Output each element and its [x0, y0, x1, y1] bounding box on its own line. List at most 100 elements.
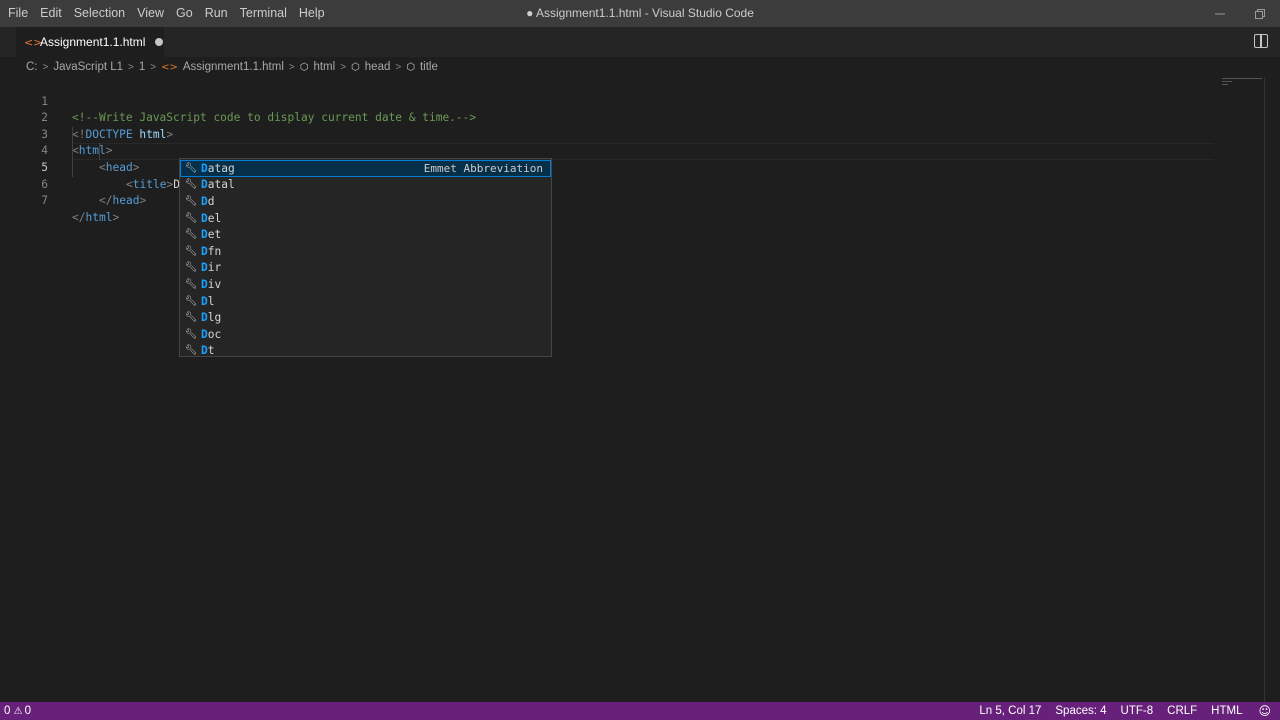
wrench-icon: 🔧︎: [184, 345, 198, 357]
suggest-item[interactable]: 🔧︎ Del: [180, 210, 551, 227]
punct: </: [99, 194, 113, 208]
suggest-rest: et: [207, 228, 222, 242]
breadcrumb-drive[interactable]: C:: [26, 61, 38, 73]
suggest-item[interactable]: 🔧︎ Dlg: [180, 309, 551, 326]
cursor-position[interactable]: Ln 5, Col 17: [972, 702, 1048, 720]
suggest-rest: l: [207, 294, 215, 308]
indent-guide: [99, 143, 100, 160]
suggest-rest: iv: [207, 277, 222, 291]
suggest-rest: oc: [207, 327, 222, 341]
code-line[interactable]: 4 <head>: [0, 127, 1280, 174]
suggest-match: D: [201, 294, 208, 308]
suggest-rest: lg: [207, 311, 222, 325]
restore-button[interactable]: [1240, 0, 1280, 27]
line-number: 7: [41, 194, 48, 208]
suggest-rest: atag: [207, 161, 235, 175]
wrench-icon: 🔧︎: [184, 312, 198, 324]
code-line[interactable]: 3 <html>: [0, 110, 1280, 158]
breadcrumb: C: > JavaScript L1 > 1 > <> Assignment1.…: [0, 57, 1280, 77]
suggest-match: D: [201, 261, 208, 275]
minimize-icon: [1215, 13, 1225, 14]
menu-view[interactable]: View: [131, 0, 170, 27]
menu-edit[interactable]: Edit: [34, 0, 68, 27]
suggest-match: D: [201, 211, 208, 225]
unsaved-dot-icon[interactable]: [155, 38, 164, 46]
minimap-line: [1222, 81, 1232, 82]
minimap-line: [1222, 84, 1228, 85]
wrench-icon: 🔧︎: [184, 262, 198, 274]
language-mode[interactable]: HTML: [1204, 702, 1249, 720]
warning-icon: ⚠: [13, 705, 23, 717]
breadcrumb-title[interactable]: title: [420, 61, 438, 73]
wrench-icon: 🔧︎: [184, 179, 198, 191]
overview-ruler[interactable]: [1264, 77, 1265, 702]
breadcrumb-file[interactable]: Assignment1.1.html: [183, 61, 284, 73]
menu-run[interactable]: Run: [199, 0, 234, 27]
element-cube-icon: ⬡: [351, 61, 360, 73]
tag-name: head: [112, 194, 140, 208]
wrench-icon: 🔧︎: [184, 212, 198, 224]
chevron-right-icon: >: [288, 61, 295, 73]
suggest-item[interactable]: 🔧︎ Dir: [180, 260, 551, 277]
suggest-item[interactable]: 🔧︎ Doc: [180, 326, 551, 343]
restore-icon: [1255, 8, 1265, 19]
menu-help[interactable]: Help: [293, 0, 331, 27]
wrench-icon: 🔧︎: [184, 162, 198, 174]
suggest-item[interactable]: 🔧︎ Datag Emmet Abbreviation: [180, 160, 551, 177]
wrench-icon: 🔧︎: [184, 328, 198, 340]
suggest-item[interactable]: 🔧︎ Dt: [180, 343, 551, 360]
minimize-button[interactable]: [1200, 0, 1240, 27]
chevron-right-icon: >: [128, 61, 134, 73]
menu-bar: File Edit Selection View Go Run Terminal…: [0, 0, 331, 27]
chevron-right-icon: >: [395, 61, 402, 73]
chevron-right-icon: >: [340, 61, 347, 73]
wrench-icon: 🔧︎: [184, 195, 198, 207]
punct: >: [112, 210, 120, 224]
breadcrumb-html[interactable]: html: [313, 61, 335, 73]
title-bar: File Edit Selection View Go Run Terminal…: [0, 0, 1280, 27]
indentation-status[interactable]: Spaces: 4: [1048, 702, 1113, 720]
wrench-icon: 🔧︎: [184, 245, 198, 257]
menu-file[interactable]: File: [2, 0, 34, 27]
eol-status[interactable]: CRLF: [1160, 702, 1204, 720]
tab-bar: <> Assignment1.1.html: [0, 27, 1280, 57]
split-editor-icon[interactable]: [1254, 34, 1268, 48]
wrench-icon: 🔧︎: [184, 278, 198, 290]
code-line[interactable]: 1 <!--Write JavaScript code to display c…: [0, 77, 1280, 125]
suggest-item[interactable]: 🔧︎ Datal: [180, 177, 551, 194]
minimap-line: [1222, 78, 1262, 79]
chevron-right-icon: >: [150, 61, 157, 73]
chevron-right-icon: >: [42, 61, 49, 73]
wrench-icon: 🔧︎: [184, 295, 198, 307]
element-cube-icon: ⬡: [299, 61, 309, 73]
suggest-widget[interactable]: 🔧︎ Datag Emmet Abbreviation 🔧︎ Datal 🔧︎ …: [179, 158, 552, 357]
suggest-item[interactable]: 🔧︎ Dfn: [180, 243, 551, 260]
tab-assignment-html[interactable]: <> Assignment1.1.html: [16, 27, 164, 57]
punct: </: [72, 210, 86, 224]
suggest-item[interactable]: 🔧︎ Div: [180, 276, 551, 293]
suggest-rest: ir: [207, 261, 222, 275]
punct: >: [139, 194, 147, 208]
suggest-detail: Emmet Abbreviation: [423, 161, 543, 175]
suggest-item[interactable]: 🔧︎ Dd: [180, 193, 551, 210]
breadcrumb-folder[interactable]: JavaScript L1: [53, 61, 123, 73]
suggest-item[interactable]: 🔧︎ Det: [180, 226, 551, 243]
tab-label: Assignment1.1.html: [40, 35, 146, 49]
wrench-icon: 🔧︎: [184, 229, 198, 241]
suggest-match: D: [201, 161, 208, 175]
code-line[interactable]: 2 <!DOCTYPE html>: [0, 94, 1280, 141]
breadcrumb-head[interactable]: head: [365, 61, 391, 73]
html-file-icon: <>: [161, 61, 178, 73]
window-controls: [1200, 0, 1280, 27]
feedback-icon[interactable]: ☺: [1249, 704, 1280, 718]
suggest-match: D: [201, 228, 208, 242]
suggest-rest: atal: [207, 178, 235, 192]
menu-terminal[interactable]: Terminal: [234, 0, 293, 27]
suggest-match: D: [201, 244, 208, 258]
problems-status[interactable]: 0 ⚠ 0: [2, 702, 33, 720]
menu-go[interactable]: Go: [170, 0, 199, 27]
suggest-item[interactable]: 🔧︎ Dl: [180, 293, 551, 310]
status-bar: 0 ⚠ 0 Ln 5, Col 17 Spaces: 4 UTF-8 CRLF H…: [0, 702, 1280, 720]
menu-selection[interactable]: Selection: [68, 0, 131, 27]
encoding-status[interactable]: UTF-8: [1114, 702, 1161, 720]
